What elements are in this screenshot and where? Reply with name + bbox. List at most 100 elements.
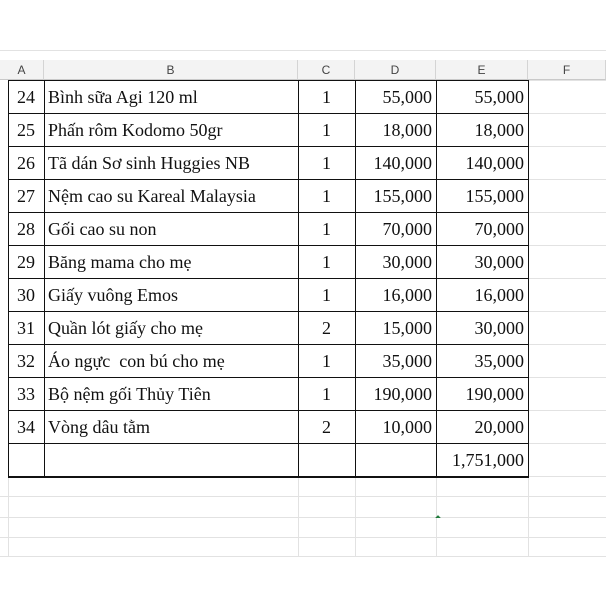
row-number-cell[interactable]: 25 [8, 114, 44, 147]
cell-border [8, 377, 529, 378]
unit-price-cell[interactable]: 35,000 [355, 345, 436, 378]
gridline [528, 212, 606, 213]
line-total-cell[interactable]: 140,000 [436, 147, 528, 180]
unit-price-cell[interactable]: 140,000 [355, 147, 436, 180]
unit-price-cell[interactable]: 18,000 [355, 114, 436, 147]
row-number-cell[interactable]: 31 [8, 312, 44, 345]
line-total-cell[interactable]: 55,000 [436, 81, 528, 114]
cell-border [298, 80, 299, 478]
line-total-cell[interactable]: 16,000 [436, 279, 528, 312]
unit-price-cell[interactable]: 10,000 [355, 411, 436, 444]
gridline [0, 50, 606, 51]
cell-border [8, 245, 529, 246]
cell-border [8, 80, 529, 81]
line-total-cell[interactable]: 35,000 [436, 345, 528, 378]
item-name-cell[interactable]: Băng mama cho mẹ [44, 246, 298, 279]
unit-price-cell[interactable]: 30,000 [355, 246, 436, 279]
cell-border [8, 146, 529, 147]
quantity-cell[interactable]: 2 [298, 411, 355, 444]
unit-price-cell[interactable]: 16,000 [355, 279, 436, 312]
quantity-cell[interactable]: 1 [298, 378, 355, 411]
line-total-cell[interactable]: 70,000 [436, 213, 528, 246]
spreadsheet[interactable]: A B C D E F 24 Bình sữa Agi 120 ml 1 55,000… [0, 0, 606, 606]
cell-border [44, 80, 45, 478]
line-total-cell[interactable]: 20,000 [436, 411, 528, 444]
gridline [0, 517, 606, 518]
quantity-cell[interactable]: 1 [298, 213, 355, 246]
cell-border [8, 212, 529, 213]
item-name-cell[interactable]: Giấy vuông Emos [44, 279, 298, 312]
row-number-cell[interactable]: 30 [8, 279, 44, 312]
cell-border [8, 344, 529, 345]
quantity-cell[interactable]: 1 [298, 345, 355, 378]
gridline [528, 245, 606, 246]
quantity-cell[interactable]: 2 [298, 312, 355, 345]
item-name-cell[interactable]: Quần lót giấy cho mẹ [44, 312, 298, 345]
item-name-cell[interactable]: Tã dán Sơ sinh Huggies NB [44, 147, 298, 180]
cell-border [8, 113, 529, 114]
col-header-b[interactable]: B [44, 60, 298, 80]
unit-price-cell[interactable]: 155,000 [355, 180, 436, 213]
row-number-cell[interactable]: 32 [8, 345, 44, 378]
col-header-e[interactable]: E [436, 60, 528, 80]
row-number-cell[interactable]: 27 [8, 180, 44, 213]
col-header-a[interactable]: A [0, 60, 44, 80]
quantity-cell[interactable]: 1 [298, 81, 355, 114]
line-total-cell[interactable]: 30,000 [436, 246, 528, 279]
row-number-cell[interactable]: 28 [8, 213, 44, 246]
unit-price-cell[interactable]: 70,000 [355, 213, 436, 246]
quantity-cell[interactable]: 1 [298, 180, 355, 213]
col-header-f[interactable]: F [528, 60, 606, 80]
row-number-cell[interactable]: 34 [8, 411, 44, 444]
item-name-cell[interactable]: Phấn rôm Kodomo 50gr [44, 114, 298, 147]
gridline [528, 146, 606, 147]
cell-border [8, 311, 529, 312]
unit-price-cell[interactable]: 190,000 [355, 378, 436, 411]
cell-border [8, 410, 529, 411]
item-name-cell[interactable]: Nệm cao su Kareal Malaysia [44, 180, 298, 213]
gridline [528, 113, 606, 114]
row-number-cell[interactable]: 26 [8, 147, 44, 180]
item-name-cell[interactable]: Bình sữa Agi 120 ml [44, 81, 298, 114]
unit-price-cell[interactable]: 55,000 [355, 81, 436, 114]
cell-border [436, 80, 437, 478]
gridline [528, 344, 606, 345]
item-name-cell[interactable]: Áo ngực con bú cho mẹ [44, 345, 298, 378]
line-total-cell[interactable]: 18,000 [436, 114, 528, 147]
gridline [0, 496, 606, 497]
gridline [0, 556, 606, 557]
cell-border [355, 80, 356, 478]
gridline [0, 537, 606, 538]
quantity-cell[interactable]: 1 [298, 246, 355, 279]
col-header-d[interactable]: D [355, 60, 436, 80]
gridline [528, 377, 606, 378]
row-number-cell[interactable]: 24 [8, 81, 44, 114]
cell-border [8, 278, 529, 279]
quantity-cell[interactable]: 1 [298, 279, 355, 312]
gridline [528, 311, 606, 312]
cell-border [528, 80, 529, 478]
row-number-cell[interactable]: 29 [8, 246, 44, 279]
unit-price-cell[interactable]: 15,000 [355, 312, 436, 345]
line-total-cell[interactable]: 155,000 [436, 180, 528, 213]
item-name-cell[interactable]: Bộ nệm gối Thủy Tiên [44, 378, 298, 411]
cell-border [8, 443, 529, 444]
quantity-cell[interactable]: 1 [298, 147, 355, 180]
line-total-cell[interactable]: 190,000 [436, 378, 528, 411]
item-name-cell[interactable]: Gối cao su non [44, 213, 298, 246]
gridline [528, 80, 606, 81]
gridline [528, 179, 606, 180]
gridline [528, 476, 606, 477]
gridline [528, 278, 606, 279]
gridline [528, 410, 606, 411]
item-name-cell[interactable]: Vòng dâu tằm [44, 411, 298, 444]
cell-border [8, 80, 9, 478]
col-header-c[interactable]: C [298, 60, 355, 80]
cell-border [8, 179, 529, 180]
gridline [528, 443, 606, 444]
line-total-cell[interactable]: 30,000 [436, 312, 528, 345]
row-number-cell[interactable]: 33 [8, 378, 44, 411]
grand-total-cell[interactable]: 1,751,000 [436, 444, 528, 477]
quantity-cell[interactable]: 1 [298, 114, 355, 147]
cell-border [8, 477, 529, 478]
